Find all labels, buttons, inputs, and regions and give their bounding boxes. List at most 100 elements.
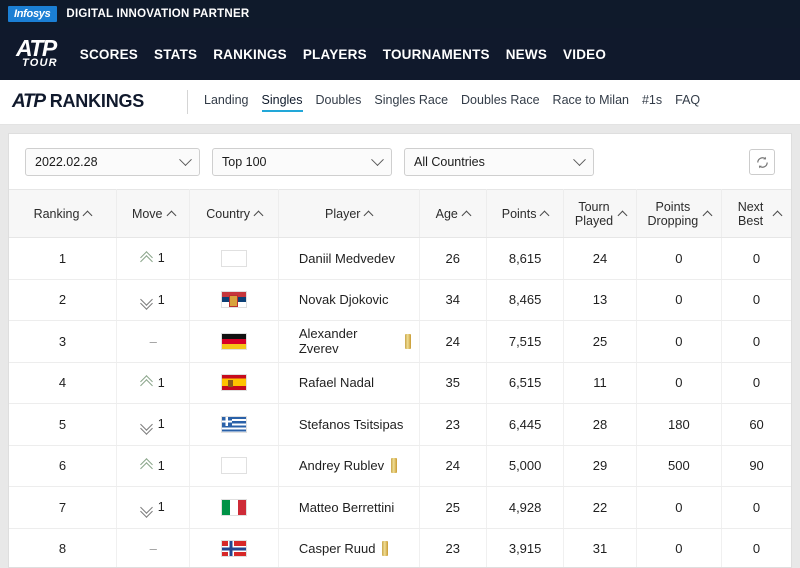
column-header-age[interactable]: Age: [419, 189, 487, 238]
sort-ascending-icon[interactable]: [540, 210, 550, 220]
chevron-down-icon: [371, 152, 384, 166]
cell-points: 4,928: [486, 486, 565, 529]
sort-ascending-icon[interactable]: [617, 210, 628, 220]
trophy-icon: [391, 458, 398, 474]
player-name-link[interactable]: Stefanos Tsitsipas: [299, 417, 404, 432]
cell-ranking: 8: [9, 528, 118, 567]
tab-faq[interactable]: FAQ: [675, 93, 700, 112]
cell-country: [189, 403, 279, 446]
nav-link-stats[interactable]: STATS: [154, 47, 197, 62]
player-name-link[interactable]: Casper Ruud: [299, 541, 376, 556]
cell-country: [189, 320, 279, 363]
cell-next-best: 0: [721, 362, 791, 404]
tab-singles[interactable]: Singles: [261, 93, 303, 112]
table-row[interactable]: 4 1 Rafael Nadal 35 6,515 11 0 0: [9, 362, 791, 404]
cell-country: [189, 528, 279, 567]
table-row[interactable]: 8– Casper Ruud 23 3,915 31 0 0: [9, 528, 791, 567]
column-header-points[interactable]: Points: [486, 189, 565, 238]
player-name-link[interactable]: Rafael Nadal: [299, 375, 374, 390]
player-name-link[interactable]: Alexander Zverev: [299, 326, 398, 356]
date-filter-dropdown[interactable]: 2022.02.28: [25, 148, 200, 176]
sponsor-tagline: DIGITAL INNOVATION PARTNER: [66, 8, 250, 20]
cell-move: –: [116, 528, 191, 567]
tab-race-to-milan[interactable]: Race to Milan: [553, 93, 629, 112]
table-body: 1 1 Daniil Medvedev 26 8,615 24 0 0 2 1 Novak Djok…: [9, 237, 791, 567]
reset-filters-button[interactable]: [749, 149, 775, 175]
atp-tour-logo[interactable]: ATP TOUR: [14, 36, 58, 71]
player-name-link[interactable]: Matteo Berrettini: [299, 500, 394, 515]
tab-singles-race[interactable]: Singles Race: [374, 93, 448, 112]
column-header-next-best[interactable]: Next Best: [721, 189, 791, 238]
nav-link-video[interactable]: VIDEO: [563, 47, 606, 62]
tab-landing[interactable]: Landing: [204, 93, 249, 112]
cell-tourn-played: 22: [563, 486, 637, 529]
nav-link-tournaments[interactable]: TOURNAMENTS: [383, 47, 490, 62]
nav-link-rankings[interactable]: RANKINGS: [213, 47, 287, 62]
move-down-icon: [139, 417, 153, 435]
sort-ascending-icon[interactable]: [461, 210, 472, 220]
cell-tourn-played: 28: [563, 403, 637, 446]
player-name-link[interactable]: Andrey Rublev: [299, 458, 384, 473]
nav-link-players[interactable]: PLAYERS: [303, 47, 367, 62]
sort-ascending-icon[interactable]: [702, 210, 713, 220]
table-row[interactable]: 5 1 Stefanos Tsitsipas 23 6,445 28 180 60: [9, 403, 791, 446]
column-header-country[interactable]: Country: [189, 189, 279, 238]
move-value: 1: [157, 500, 165, 515]
cell-age: 25: [419, 486, 487, 529]
flag-germany-icon: [221, 332, 248, 350]
rows-filter-value: Top 100: [222, 155, 267, 169]
column-header-label: Tourn Played: [574, 199, 614, 228]
column-header-move[interactable]: Move: [116, 189, 191, 238]
flag-neutral-icon: [221, 457, 248, 475]
column-header-label: Age: [435, 206, 458, 221]
table-row[interactable]: 7 1 Matteo Berrettini 25 4,928 22 0 0: [9, 486, 791, 529]
sort-ascending-icon[interactable]: [253, 210, 264, 220]
flag-spain-icon: [221, 374, 248, 392]
cell-age: 23: [419, 528, 487, 567]
page-content-area: 2022.02.28 Top 100 All Countries Ranking…: [0, 125, 800, 568]
sort-ascending-icon[interactable]: [83, 210, 93, 220]
table-header-row: Ranking Move Country Player Age Points Tourn P…: [9, 189, 791, 238]
move-up-icon: [139, 375, 153, 393]
tab-doubles[interactable]: Doubles: [316, 93, 362, 112]
column-header-label: Country: [206, 206, 251, 221]
column-header-points-dropping[interactable]: Points Dropping: [636, 189, 723, 238]
column-header-ranking[interactable]: Ranking: [9, 189, 118, 238]
cell-move: 1: [116, 486, 191, 529]
player-name-link[interactable]: Daniil Medvedev: [299, 251, 395, 266]
column-header-tourn-played[interactable]: Tourn Played: [563, 189, 637, 238]
infosys-logo[interactable]: Infosys: [8, 6, 58, 22]
cell-points-dropping: 0: [636, 362, 723, 404]
tab-doubles-race[interactable]: Doubles Race: [461, 93, 540, 112]
table-row[interactable]: 6 1 Andrey Rublev 24 5,000 29 500 90: [9, 445, 791, 487]
table-row[interactable]: 1 1 Daniil Medvedev 26 8,615 24 0 0: [9, 237, 791, 280]
table-row[interactable]: 2 1 Novak Djokovic 34 8,465 13 0 0: [9, 279, 791, 321]
flag-italy-icon: [221, 498, 248, 516]
player-name-link[interactable]: Novak Djokovic: [299, 292, 389, 307]
tab--1s[interactable]: #1s: [642, 93, 662, 112]
sort-ascending-icon[interactable]: [363, 210, 374, 220]
move-down-icon: [139, 500, 153, 518]
cell-age: 24: [419, 320, 487, 363]
trophy-icon: [382, 541, 389, 557]
nav-link-scores[interactable]: SCORES: [80, 47, 138, 62]
sort-ascending-icon[interactable]: [166, 210, 176, 220]
main-nav-links: SCORES STATS RANKINGS PLAYERS TOURNAMENTS NEW…: [80, 47, 606, 62]
table-row[interactable]: 3– Alexander Zverev 24 7,515 25 0 0: [9, 320, 791, 363]
sort-ascending-icon[interactable]: [772, 210, 783, 220]
column-header-label: Next Best: [737, 199, 764, 228]
nav-link-news[interactable]: NEWS: [506, 47, 547, 62]
cell-next-best: 60: [721, 403, 791, 446]
cell-tourn-played: 29: [563, 445, 637, 487]
cell-move: 1: [116, 445, 191, 487]
country-filter-dropdown[interactable]: All Countries: [404, 148, 594, 176]
column-header-player[interactable]: Player: [278, 189, 420, 238]
filter-bar: 2022.02.28 Top 100 All Countries: [9, 134, 791, 189]
cell-move: 1: [116, 237, 191, 280]
cell-points: 7,515: [486, 320, 565, 363]
cell-points-dropping: 500: [636, 445, 723, 487]
cell-player: Alexander Zverev: [278, 320, 420, 363]
rankings-table: Ranking Move Country Player Age Points Tourn P…: [9, 189, 791, 567]
cell-player: Stefanos Tsitsipas: [278, 403, 420, 446]
rows-filter-dropdown[interactable]: Top 100: [212, 148, 392, 176]
